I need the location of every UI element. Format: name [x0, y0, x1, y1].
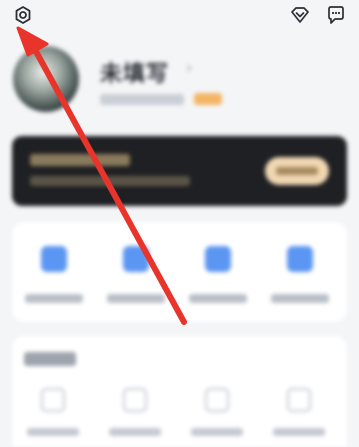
chat-bubble-icon[interactable]	[325, 4, 347, 26]
record-label	[273, 428, 325, 436]
avatar[interactable]	[13, 46, 79, 112]
record-icon	[123, 388, 147, 412]
record-label	[191, 428, 243, 436]
record-icon	[205, 388, 229, 412]
shortcut-icon	[123, 246, 149, 272]
shortcut-item[interactable]	[16, 242, 92, 312]
shortcut-icon	[41, 246, 67, 272]
shortcut-label	[25, 294, 83, 303]
chevron-right-icon: ›	[186, 58, 193, 77]
vip-banner-title	[30, 154, 130, 166]
shortcut-label	[271, 294, 329, 303]
profile-name[interactable]: 未填写	[100, 56, 169, 88]
shortcut-item[interactable]	[98, 242, 174, 312]
record-item[interactable]	[180, 382, 256, 442]
heart-diamond-icon[interactable]	[289, 4, 311, 26]
vip-banner[interactable]	[12, 136, 347, 206]
records-section-title	[24, 352, 76, 366]
record-icon	[41, 388, 65, 412]
record-label	[27, 428, 79, 436]
shortcut-item[interactable]	[180, 242, 256, 312]
user-id-text	[100, 94, 184, 105]
record-item[interactable]	[262, 382, 338, 442]
shortcut-grid	[12, 222, 347, 322]
gear-icon[interactable]	[12, 4, 34, 26]
shortcut-item[interactable]	[262, 242, 338, 312]
record-item[interactable]	[98, 382, 174, 442]
shortcut-label	[107, 294, 165, 303]
vip-open-button-label	[276, 167, 318, 175]
record-item[interactable]	[16, 382, 92, 442]
shortcut-icon	[287, 246, 313, 272]
vip-open-button[interactable]	[265, 157, 329, 185]
record-icon	[287, 388, 311, 412]
records-section	[12, 336, 347, 447]
top-bar	[0, 0, 359, 32]
shortcut-label	[189, 294, 247, 303]
record-label	[109, 428, 161, 436]
profile-header[interactable]: 未填写 ›	[0, 38, 359, 120]
vip-banner-subtitle	[30, 176, 190, 186]
level-badge	[194, 93, 222, 105]
shortcut-icon	[205, 246, 231, 272]
